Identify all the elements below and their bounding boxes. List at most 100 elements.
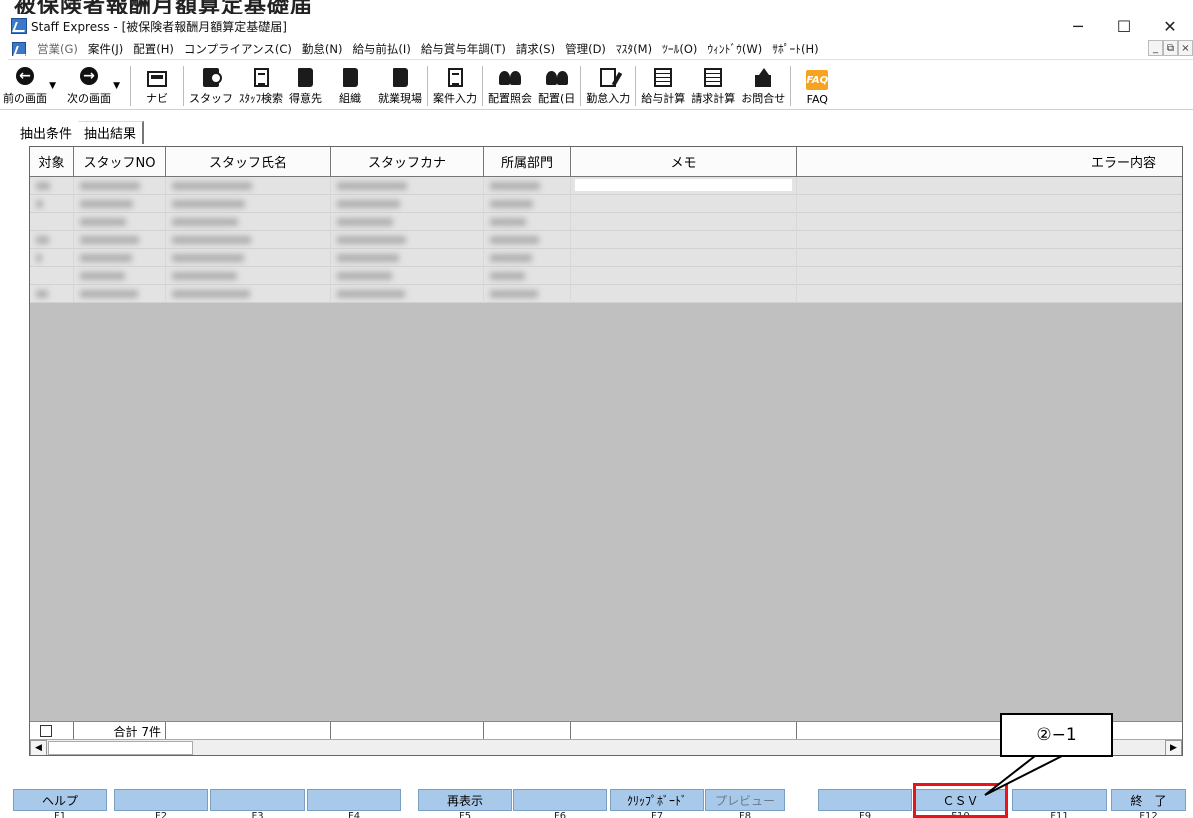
back-button[interactable]: ← ▼ 前の画面 <box>0 63 56 109</box>
billing-calc-button[interactable]: 請求計算 <box>688 63 738 109</box>
forward-button[interactable]: → ▼ 次の画面 <box>64 63 120 109</box>
menu-master[interactable]: ﾏｽﾀ(M) <box>611 41 657 57</box>
faq-button[interactable]: FAQ FAQ <box>793 63 841 109</box>
fkey-button-f11[interactable] <box>1012 789 1107 811</box>
fkey-button-f6[interactable] <box>513 789 607 811</box>
redacted-value <box>490 200 533 208</box>
mdi-minimize-button[interactable]: _ <box>1148 40 1163 56</box>
column-header-staff-no[interactable]: スタッフNO <box>74 147 166 177</box>
menu-payroll[interactable]: 給与賞与年調(T) <box>416 41 511 57</box>
inquiry-button[interactable]: お問合せ <box>738 63 788 109</box>
menu-billing[interactable]: 請求(S) <box>511 41 560 57</box>
fkey-number-f2: F2 <box>154 811 168 818</box>
fkey-button-f8[interactable]: プレビュー <box>705 789 785 811</box>
table-cell <box>30 231 74 249</box>
toolbar-separator <box>482 66 483 106</box>
menu-sales[interactable]: 営業(G) <box>32 41 83 57</box>
menu-support[interactable]: ｻﾎﾟｰﾄ(H) <box>767 41 823 57</box>
redacted-value <box>490 218 526 226</box>
client-button[interactable]: 得意先 <box>286 63 325 109</box>
table-cell <box>484 285 571 303</box>
tab-extraction-results[interactable]: 抽出結果 <box>78 121 145 144</box>
redacted-value <box>80 218 126 226</box>
forward-dropdown-icon[interactable]: ▼ <box>113 81 120 91</box>
menu-window[interactable]: ｳｨﾝﾄﾞｳ(W) <box>702 41 767 57</box>
column-header-staff-kana[interactable]: スタッフカナ <box>331 147 484 177</box>
staff-button[interactable]: スタッフ <box>186 63 236 109</box>
table-row[interactable] <box>30 177 1182 195</box>
memo-edit-cell[interactable] <box>575 179 792 191</box>
redacted-value <box>337 272 392 280</box>
table-row[interactable] <box>30 249 1182 267</box>
menu-assign[interactable]: 配置(H) <box>128 41 179 57</box>
mdi-restore-button[interactable]: ⧉ <box>1163 40 1178 56</box>
column-header-department[interactable]: 所属部門 <box>484 147 571 177</box>
inquiry-label: お問合せ <box>741 92 786 105</box>
staff-icon <box>203 68 222 87</box>
select-all-checkbox[interactable] <box>40 725 52 737</box>
close-button[interactable]: ✕ <box>1147 14 1193 38</box>
menu-management[interactable]: 管理(D) <box>560 41 611 57</box>
fkey-number-f4: F4 <box>347 811 361 818</box>
work-site-label: 就業現場 <box>378 92 422 105</box>
table-row[interactable] <box>30 213 1182 231</box>
case-input-label: 案件入力 <box>433 92 477 105</box>
fkey-button-f9[interactable] <box>818 789 912 811</box>
work-site-icon <box>392 68 408 87</box>
toolbar-separator <box>790 66 792 106</box>
assignment-inquiry-icon <box>499 69 521 87</box>
back-dropdown-icon[interactable]: ▼ <box>49 81 56 91</box>
redacted-value <box>172 290 250 298</box>
table-cell <box>331 267 484 285</box>
table-row[interactable] <box>30 267 1182 285</box>
fkey-button-f3[interactable] <box>210 789 305 811</box>
fkey-button-f12[interactable]: 終 了 <box>1111 789 1186 811</box>
minimize-button[interactable]: ─ <box>1055 14 1101 38</box>
payroll-calc-button[interactable]: 給与計算 <box>638 63 688 109</box>
mdi-app-icon[interactable] <box>12 41 26 56</box>
menu-case[interactable]: 案件(J) <box>83 41 128 57</box>
tab-extraction-conditions[interactable]: 抽出条件 <box>14 122 79 144</box>
maximize-button[interactable]: ☐ <box>1101 14 1147 38</box>
assignment-day-label: 配置(日 <box>538 92 576 105</box>
scroll-thumb[interactable] <box>48 741 193 755</box>
client-icon <box>298 68 313 87</box>
case-input-button[interactable]: 案件入力 <box>430 63 480 109</box>
attendance-input-button[interactable]: 勤怠入力 <box>583 63 633 109</box>
table-cell <box>74 267 166 285</box>
toolbar-separator <box>130 66 131 106</box>
fkey-button-f2[interactable] <box>114 789 208 811</box>
menu-advance-pay[interactable]: 給与前払(I) <box>347 41 415 57</box>
column-header-memo[interactable]: メモ <box>571 147 797 177</box>
table-cell <box>484 213 571 231</box>
assignment-day-button[interactable]: 配置(日 <box>535 63 578 109</box>
column-header-error[interactable]: エラー内容 <box>797 147 1182 177</box>
fkey-button-f1[interactable]: ヘルプ <box>13 789 107 811</box>
table-cell <box>484 195 571 213</box>
table-row[interactable] <box>30 195 1182 213</box>
work-site-button[interactable]: 就業現場 <box>375 63 425 109</box>
scroll-left-icon[interactable]: ◀ <box>30 740 47 755</box>
mdi-close-button[interactable]: × <box>1178 40 1193 56</box>
assignment-day-icon <box>545 69 568 87</box>
column-header-staff-name[interactable]: スタッフ氏名 <box>166 147 331 177</box>
navi-button[interactable]: ナビ <box>133 63 181 109</box>
redacted-value <box>490 254 532 262</box>
footer-cell <box>797 722 1182 740</box>
menu-compliance[interactable]: コンプライアンス(C) <box>179 41 297 57</box>
column-header-target[interactable]: 対象 <box>30 147 74 177</box>
tab-strip: 抽出条件 抽出結果 <box>14 121 145 144</box>
fkey-button-f7[interactable]: ｸﾘｯﾌﾟﾎﾞｰﾄﾞ <box>610 789 704 811</box>
table-cell <box>74 249 166 267</box>
table-row[interactable] <box>30 231 1182 249</box>
assignment-inquiry-button[interactable]: 配置照会 <box>485 63 535 109</box>
menu-attendance[interactable]: 勤怠(N) <box>297 41 348 57</box>
fkey-button-f4[interactable] <box>307 789 401 811</box>
redacted-value <box>490 272 525 280</box>
staff-search-button[interactable]: ｽﾀｯﾌ検索 <box>236 63 286 109</box>
table-row[interactable] <box>30 285 1182 303</box>
scroll-right-icon[interactable]: ▶ <box>1165 740 1182 755</box>
organization-button[interactable]: 組織 <box>325 63 375 109</box>
fkey-button-f5[interactable]: 再表示 <box>418 789 512 811</box>
menu-tools[interactable]: ﾂｰﾙ(O) <box>657 41 702 57</box>
